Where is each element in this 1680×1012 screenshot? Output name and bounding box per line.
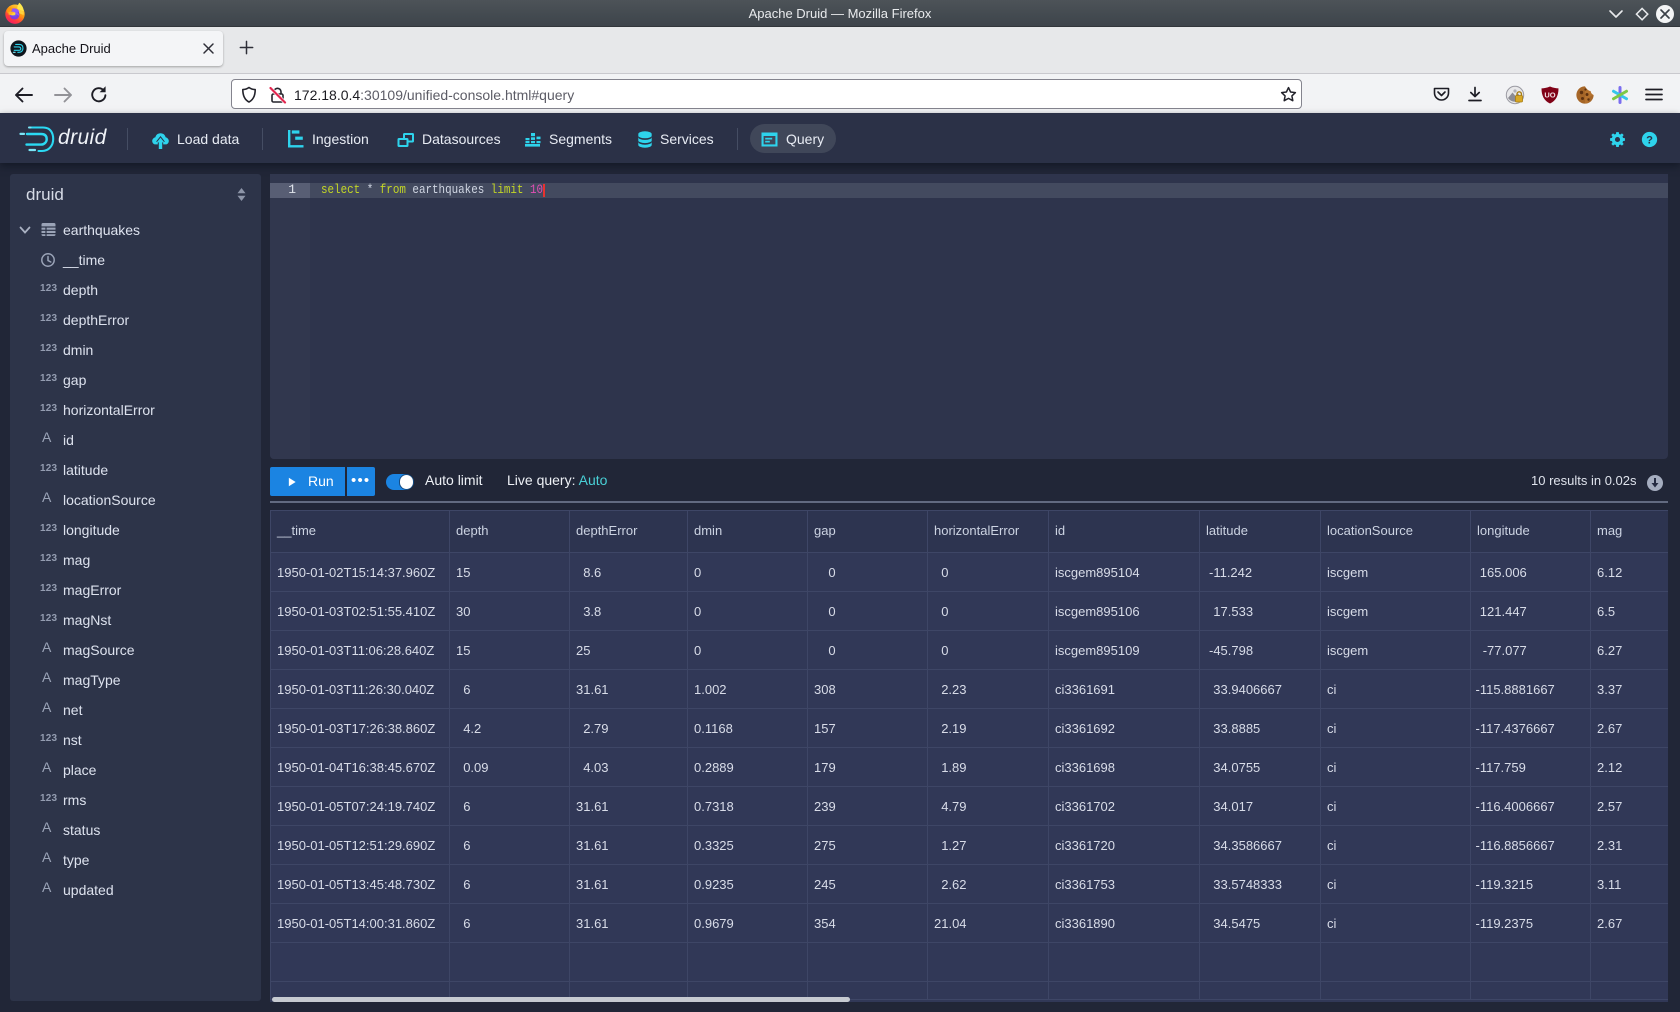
svg-text:UO: UO [1544, 91, 1555, 100]
svg-text:?: ? [1646, 134, 1653, 146]
